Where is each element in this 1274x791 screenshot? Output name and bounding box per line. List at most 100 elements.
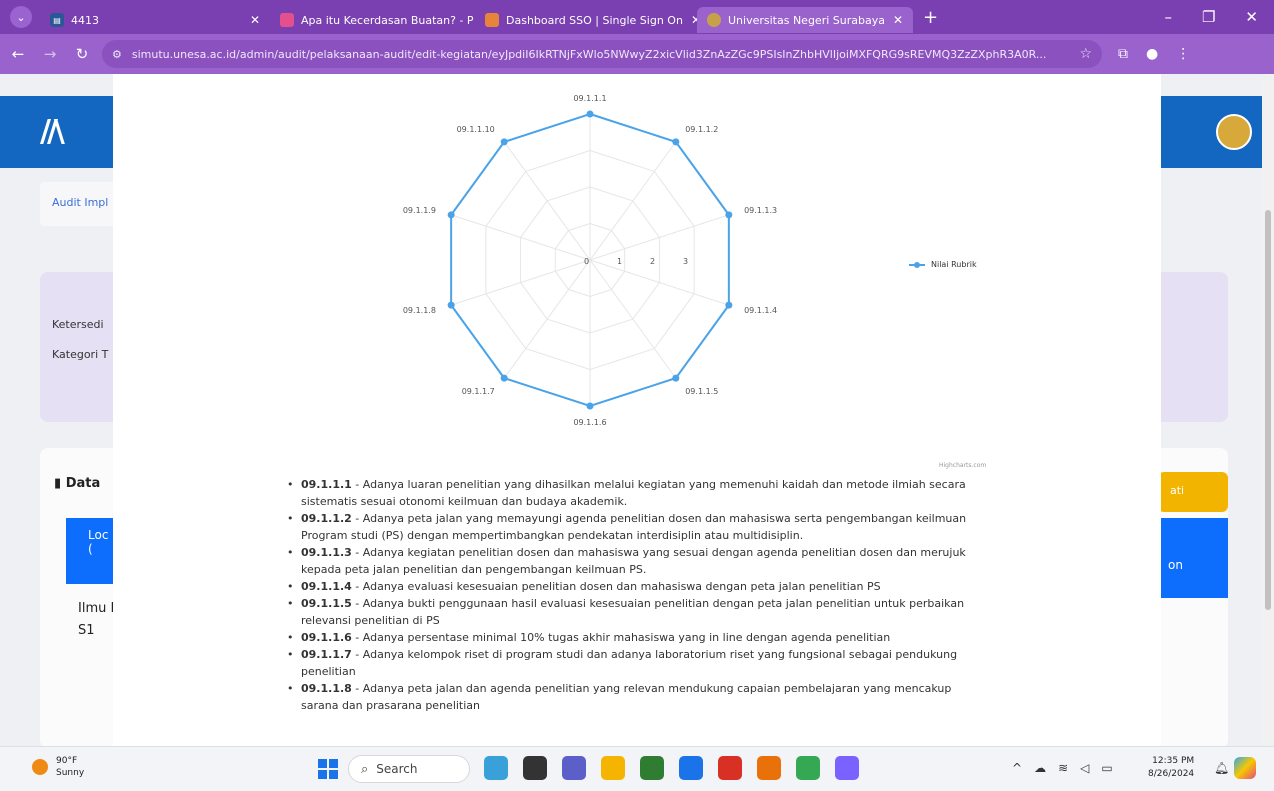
close-window-icon[interactable]: ✕ (1245, 8, 1258, 26)
table-cell: Ilmu I S1 (78, 598, 114, 642)
indicator-text: - Adanya persentase minimal 10% tugas ak… (351, 631, 891, 644)
tab-dashboard-sso[interactable]: Dashboard SSO | Single Sign On ✕ (475, 7, 697, 33)
profile-icon[interactable]: ● (1146, 46, 1158, 62)
description-item: 09.1.1.8 - Adanya peta jalan dan agenda … (285, 680, 975, 714)
pinned-app-icon[interactable] (523, 756, 547, 780)
radial-tick-label: 0 (584, 257, 589, 266)
pinned-app-icon[interactable] (601, 756, 625, 780)
time: 12:35 PM (1152, 756, 1195, 766)
pinned-app-icon[interactable] (796, 756, 820, 780)
indicator-text: - Adanya bukti penggunaan hasil evaluasi… (301, 597, 965, 627)
simutu-logo: //\ (40, 114, 65, 149)
tab-universitas-negeri-surabaya[interactable]: Universitas Negeri Surabaya ✕ (697, 7, 913, 33)
forward-icon[interactable]: → (36, 45, 64, 63)
reload-icon[interactable]: ↻ (68, 45, 96, 63)
close-icon[interactable]: ✕ (683, 13, 697, 27)
tab-label: Universitas Negeri Surabaya (728, 13, 885, 27)
pinned-app-icon[interactable] (757, 756, 781, 780)
radar-grid-spoke (503, 259, 591, 379)
tab-4413[interactable]: ▤ 4413 ✕ (40, 7, 270, 33)
table-cell-text: Ilmu I (78, 601, 115, 616)
indicator-code: 09.1.1.6 (301, 631, 352, 644)
indicator-code: 09.1.1.2 (301, 512, 352, 525)
close-icon[interactable]: ✕ (885, 13, 903, 27)
start-button[interactable] (318, 759, 338, 779)
description-item: 09.1.1.2 - Adanya peta jalan yang memayu… (285, 510, 975, 544)
radar-grid-spoke (503, 141, 591, 261)
indicator-text: - Adanya luaran penelitian yang dihasilk… (301, 478, 966, 508)
category-label: 09.1.1.10 (457, 125, 495, 134)
data-point (725, 301, 733, 309)
system-tray: ^ ☁ ≋ ◁ ▭ (1012, 761, 1113, 775)
url-text: simutu.unesa.ac.id/admin/audit/pelaksana… (131, 47, 1047, 61)
notification-bell-icon[interactable]: 🔔︎ (1214, 761, 1229, 775)
browser-tab-strip: ⌄ ▤ 4413 ✕ Apa itu Kecerdasan Buatan? - … (0, 0, 1274, 34)
tab-kecerdasan-buatan[interactable]: Apa itu Kecerdasan Buatan? - P ✕ (270, 7, 475, 33)
category-label: 09.1.1.3 (744, 206, 777, 215)
data-point (447, 301, 455, 309)
action-button[interactable]: ati (1158, 472, 1228, 512)
radial-tick-label: 1 (617, 257, 622, 266)
category-label: 09.1.1.9 (403, 206, 436, 215)
radial-tick-label: 3 (683, 257, 688, 266)
data-point (447, 211, 455, 219)
search-placeholder: Search (376, 762, 418, 776)
description-item: 09.1.1.6 - Adanya persentase minimal 10%… (285, 629, 975, 646)
description-item: 09.1.1.4 - Adanya evaluasi kesesuaian pe… (285, 578, 975, 595)
radar-grid-spoke (589, 141, 677, 261)
data-point (500, 138, 508, 146)
volume-icon[interactable]: ◁ (1080, 761, 1089, 775)
tab-label: Dashboard SSO | Single Sign On (506, 13, 683, 27)
data-point (672, 374, 680, 382)
menu-icon[interactable]: ⋮ (1176, 46, 1190, 62)
scrollbar-thumb[interactable] (1265, 210, 1271, 610)
cloud-icon[interactable]: ☁ (1034, 761, 1046, 775)
date: 8/26/2024 (1148, 769, 1195, 779)
back-icon[interactable]: ← (4, 45, 32, 63)
pinned-app-icon[interactable] (562, 756, 586, 780)
chart-modal: 0 1 2 3 09.1.1.1 09.1.1.2 09.1.1.3 09.1.1.4 09.1… (113, 74, 1161, 746)
description-item: 09.1.1.1 - Adanya luaran penelitian yang… (285, 476, 975, 510)
search-icon: ⌕ (361, 761, 369, 777)
university-seal-logo (1216, 114, 1252, 150)
category-label: 09.1.1.5 (685, 387, 718, 396)
pinned-apps (484, 756, 859, 780)
address-bar[interactable]: ⚙ simutu.unesa.ac.id/admin/audit/pelaksa… (102, 40, 1102, 68)
pinned-app-icon[interactable] (640, 756, 664, 780)
tab-search-icon[interactable]: ⌄ (10, 6, 32, 28)
category-label: 09.1.1.2 (685, 125, 718, 134)
indicator-code: 09.1.1.5 (301, 597, 352, 610)
chart-credit[interactable]: Highcharts.com (939, 462, 986, 469)
tune-icon[interactable]: ⚙ (112, 48, 122, 61)
restore-icon[interactable]: ❐ (1202, 8, 1215, 26)
data-card-title: ▮ Data (54, 476, 101, 491)
indicator-code: 09.1.1.1 (301, 478, 352, 491)
browser-toolbar: ← → ↻ ⚙ simutu.unesa.ac.id/admin/audit/p… (0, 34, 1274, 74)
description-item: 09.1.1.7 - Adanya kelompok riset di prog… (285, 646, 975, 680)
description-item: 09.1.1.3 - Adanya kegiatan penelitian do… (285, 544, 975, 578)
radar-grid-spoke (589, 259, 677, 379)
pinned-app-icon[interactable] (835, 756, 859, 780)
chart-legend[interactable]: Nilai Rubrik (909, 260, 977, 269)
weather-widget[interactable]: 90°F Sunny (32, 755, 84, 779)
category-label: 09.1.1.8 (403, 306, 436, 315)
extensions-icon[interactable]: ⧉ (1118, 46, 1128, 62)
pinned-app-icon[interactable] (484, 756, 508, 780)
minimize-icon[interactable]: – (1164, 8, 1172, 26)
indicator-description-list: 09.1.1.1 - Adanya luaran penelitian yang… (285, 476, 975, 714)
bookmark-star-icon[interactable]: ☆ (1079, 46, 1092, 62)
close-icon[interactable]: ✕ (242, 13, 260, 27)
new-tab-button[interactable]: + (923, 7, 938, 28)
chevron-up-icon[interactable]: ^ (1012, 761, 1022, 775)
taskbar-search[interactable]: ⌕ Search (348, 755, 470, 783)
indicator-code: 09.1.1.4 (301, 580, 352, 593)
clock[interactable]: 12:35 PM 8/26/2024 (1148, 755, 1194, 781)
description-item: 09.1.1.5 - Adanya bukti penggunaan hasil… (285, 595, 975, 629)
table-header-cell: on (1158, 518, 1228, 598)
battery-icon[interactable]: ▭ (1101, 761, 1112, 775)
copilot-icon[interactable] (1234, 757, 1256, 779)
category-label: 09.1.1.4 (744, 306, 777, 315)
pinned-app-icon[interactable] (718, 756, 742, 780)
pinned-app-icon[interactable] (679, 756, 703, 780)
wifi-icon[interactable]: ≋ (1058, 761, 1068, 775)
